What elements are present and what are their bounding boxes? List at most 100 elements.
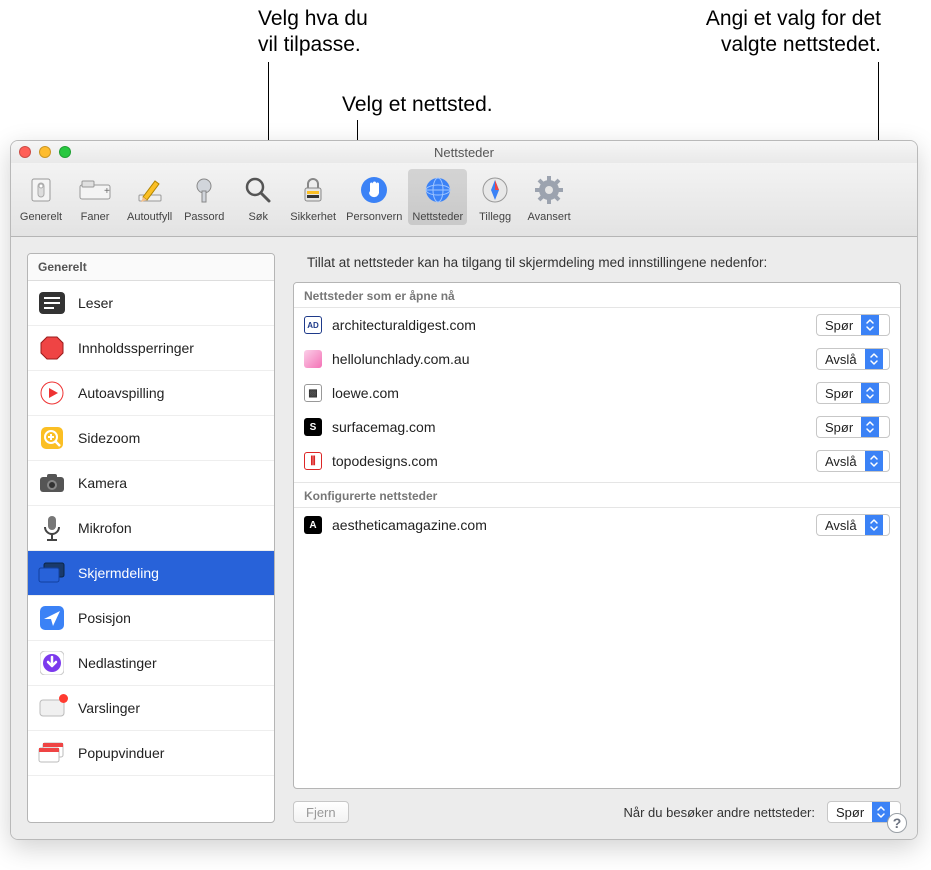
favicon-icon: A <box>304 516 322 534</box>
tab-label: Autoutfyll <box>127 211 172 223</box>
sidebar-item-label: Posisjon <box>78 610 131 626</box>
sidebar-item-screenshare[interactable]: Skjermdeling <box>28 551 274 596</box>
permission-select[interactable]: Spør <box>816 314 890 336</box>
permission-select[interactable]: Avslå <box>816 348 890 370</box>
tab-passwords[interactable]: Passord <box>178 169 230 225</box>
mic-icon <box>38 516 66 540</box>
site-name: surfacemag.com <box>332 419 806 435</box>
permission-value: Avslå <box>817 454 865 469</box>
sidebar-item-label: Leser <box>78 295 113 311</box>
permission-select[interactable]: Spør <box>816 382 890 404</box>
websites-table: Nettsteder som er åpne nå AD architectur… <box>293 282 901 789</box>
permission-value: Avslå <box>817 518 865 533</box>
site-row[interactable]: A aestheticamagazine.com Avslå <box>294 508 900 542</box>
site-name: aestheticamagazine.com <box>332 517 806 533</box>
chevron-updown-icon <box>865 349 883 369</box>
site-row[interactable]: hellolunchlady.com.au Avslå <box>294 342 900 376</box>
sidebar-item-popups[interactable]: Popupvinduer <box>28 731 274 776</box>
callout-right: Angi et valg for detvalgte nettstedet. <box>706 6 881 59</box>
sidebar-item-downloads[interactable]: Nedlastinger <box>28 641 274 686</box>
tab-extensions[interactable]: Tillegg <box>469 169 521 225</box>
sidebar: Generelt Leser Innholdssperringer Autoav… <box>27 253 275 823</box>
tab-advanced[interactable]: Avansert <box>523 169 575 225</box>
sidebar-item-label: Mikrofon <box>78 520 132 536</box>
site-name: loewe.com <box>332 385 806 401</box>
tab-icon: + <box>78 173 112 207</box>
tab-general[interactable]: Generelt <box>15 169 67 225</box>
sidebar-item-location[interactable]: Posisjon <box>28 596 274 641</box>
sidebar-item-label: Sidezoom <box>78 430 140 446</box>
sidebar-item-label: Skjermdeling <box>78 565 159 581</box>
permission-select[interactable]: Spør <box>816 416 890 438</box>
chevron-updown-icon <box>861 417 879 437</box>
sidebar-item-autoplay[interactable]: Autoavspilling <box>28 371 274 416</box>
tab-label: Sikkerhet <box>290 211 336 223</box>
sidebar-item-label: Kamera <box>78 475 127 491</box>
site-row[interactable]: S surfacemag.com Spør <box>294 410 900 444</box>
preferences-window: Nettsteder Generelt + Faner Autoutfyll P… <box>10 140 918 840</box>
gear-icon <box>532 173 566 207</box>
main-panel: Tillat at nettsteder kan ha tilgang til … <box>293 253 901 823</box>
permission-value: Avslå <box>817 352 865 367</box>
site-row[interactable]: ▩ loewe.com Spør <box>294 376 900 410</box>
sidebar-header: Generelt <box>28 254 274 281</box>
sidebar-item-label: Innholdssperringer <box>78 340 194 356</box>
chevron-updown-icon <box>861 315 879 335</box>
tab-label: Generelt <box>20 211 62 223</box>
globe-icon <box>421 173 455 207</box>
lock-icon <box>296 173 330 207</box>
callout-middle: Velg et nettsted. <box>342 92 493 118</box>
favicon-icon: ⫴ <box>304 452 322 470</box>
tab-label: Søk <box>248 211 268 223</box>
sidebar-item-zoom[interactable]: Sidezoom <box>28 416 274 461</box>
permission-value: Spør <box>817 420 861 435</box>
sidebar-item-label: Varslinger <box>78 700 140 716</box>
help-button[interactable]: ? <box>887 813 907 833</box>
hand-icon <box>357 173 391 207</box>
site-row[interactable]: ⫴ topodesigns.com Avslå <box>294 444 900 478</box>
favicon-icon: S <box>304 418 322 436</box>
tab-label: Tillegg <box>479 211 511 223</box>
remove-button[interactable]: Fjern <box>293 801 349 823</box>
permission-value: Spør <box>817 318 861 333</box>
permission-value: Spør <box>828 805 872 820</box>
question-icon: ? <box>893 815 902 831</box>
popup-icon <box>38 741 66 765</box>
favicon-icon: ▩ <box>304 384 322 402</box>
site-name: architecturaldigest.com <box>332 317 806 333</box>
play-icon <box>38 381 66 405</box>
sidebar-item-blockers[interactable]: Innholdssperringer <box>28 326 274 371</box>
camera-icon <box>38 471 66 495</box>
sidebar-item-label: Popupvinduer <box>78 745 164 761</box>
tab-autofill[interactable]: Autoutfyll <box>123 169 176 225</box>
tab-privacy[interactable]: Personvern <box>342 169 406 225</box>
permission-select[interactable]: Avslå <box>816 450 890 472</box>
sidebar-item-reader[interactable]: Leser <box>28 281 274 326</box>
titlebar: Nettsteder <box>11 141 917 163</box>
tab-websites[interactable]: Nettsteder <box>408 169 467 225</box>
window-title: Nettsteder <box>11 145 917 160</box>
sidebar-item-camera[interactable]: Kamera <box>28 461 274 506</box>
key-icon <box>187 173 221 207</box>
screens-icon <box>38 561 66 585</box>
configured-sites-header: Konfigurerte nettsteder <box>294 482 900 508</box>
site-name: hellolunchlady.com.au <box>332 351 806 367</box>
tab-tabs[interactable]: + Faner <box>69 169 121 225</box>
chevron-updown-icon <box>865 515 883 535</box>
tab-search[interactable]: Søk <box>232 169 284 225</box>
sidebar-item-notifications[interactable]: Varslinger <box>28 686 274 731</box>
tab-security[interactable]: Sikkerhet <box>286 169 340 225</box>
main-title: Tillat at nettsteder kan ha tilgang til … <box>293 253 901 274</box>
site-name: topodesigns.com <box>332 453 806 469</box>
sidebar-item-mic[interactable]: Mikrofon <box>28 506 274 551</box>
reader-icon <box>38 291 66 315</box>
site-row[interactable]: AD architecturaldigest.com Spør <box>294 308 900 342</box>
chevron-updown-icon <box>861 383 879 403</box>
tab-label: Passord <box>184 211 224 223</box>
tab-label: Avansert <box>528 211 571 223</box>
zoom-icon <box>38 426 66 450</box>
sidebar-item-label: Autoavspilling <box>78 385 164 401</box>
permission-select[interactable]: Avslå <box>816 514 890 536</box>
switch-icon <box>24 173 58 207</box>
badge-dot-icon <box>59 694 68 703</box>
